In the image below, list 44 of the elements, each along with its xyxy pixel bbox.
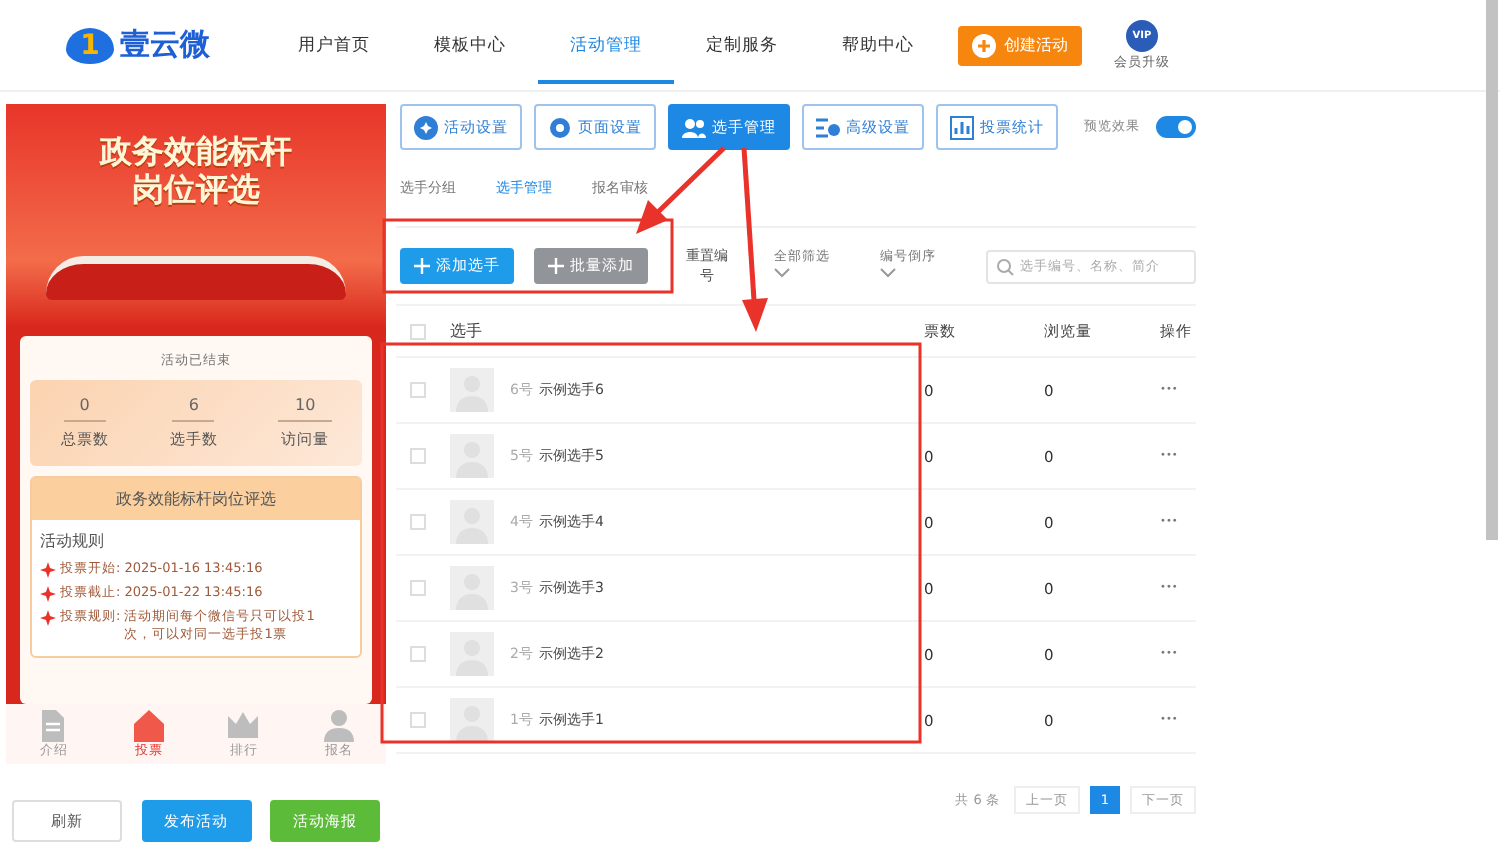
chevron-down-icon: [773, 268, 790, 278]
house-icon: [131, 708, 166, 742]
avatar-placeholder-icon: [450, 698, 494, 742]
select-all-checkbox[interactable]: [410, 323, 426, 339]
logo-mark: 1: [66, 27, 114, 63]
avatar-placeholder-icon: [450, 500, 494, 544]
preview-toggle[interactable]: [1156, 116, 1196, 138]
chevron-down-icon: [879, 268, 896, 278]
nav-link[interactable]: 用户首页: [266, 7, 402, 83]
stat-value: 10: [278, 396, 332, 422]
create-activity-button[interactable]: 创建活动: [958, 25, 1082, 65]
nav-link[interactable]: 模板中心: [402, 7, 538, 83]
person-icon: [321, 708, 356, 742]
nav-link[interactable]: 活动管理: [538, 7, 674, 83]
scrollbar[interactable]: [1486, 0, 1498, 540]
crown-icon: [226, 708, 261, 742]
nav-link[interactable]: 定制服务: [674, 7, 810, 83]
plus-icon: [413, 258, 430, 274]
row-checkbox[interactable]: [410, 448, 426, 464]
banner-title: 政务效能标杆岗位评选: [97, 132, 294, 209]
row-checkbox[interactable]: [410, 712, 426, 728]
sliders-icon: [816, 115, 840, 139]
avatar-placeholder-icon: [450, 368, 494, 412]
nav-link[interactable]: 帮助中心: [810, 7, 946, 83]
column-header: 选手: [450, 320, 484, 342]
people-icon: [682, 115, 706, 139]
gear-icon: [414, 115, 438, 139]
row-checkbox[interactable]: [410, 646, 426, 662]
plus-circle-icon: [972, 33, 996, 57]
bar-chart-icon: [950, 115, 974, 139]
card-title: 政务效能标杆岗位评选: [32, 478, 360, 520]
row-checkbox[interactable]: [410, 580, 426, 596]
logo-text: 壹云微: [120, 26, 210, 64]
annotation-arrow: [636, 146, 726, 234]
avatar-placeholder-icon: [450, 566, 494, 610]
rules-title: 活动规则: [40, 530, 106, 552]
row-checkbox[interactable]: [410, 382, 426, 398]
stat-value: 0: [63, 396, 106, 422]
row-checkbox[interactable]: [410, 514, 426, 530]
avatar-placeholder-icon: [450, 632, 494, 676]
plus-icon: [547, 258, 564, 274]
stat-value: 6: [172, 396, 215, 422]
cog-icon: [548, 115, 572, 139]
avatar-placeholder-icon: [450, 434, 494, 478]
